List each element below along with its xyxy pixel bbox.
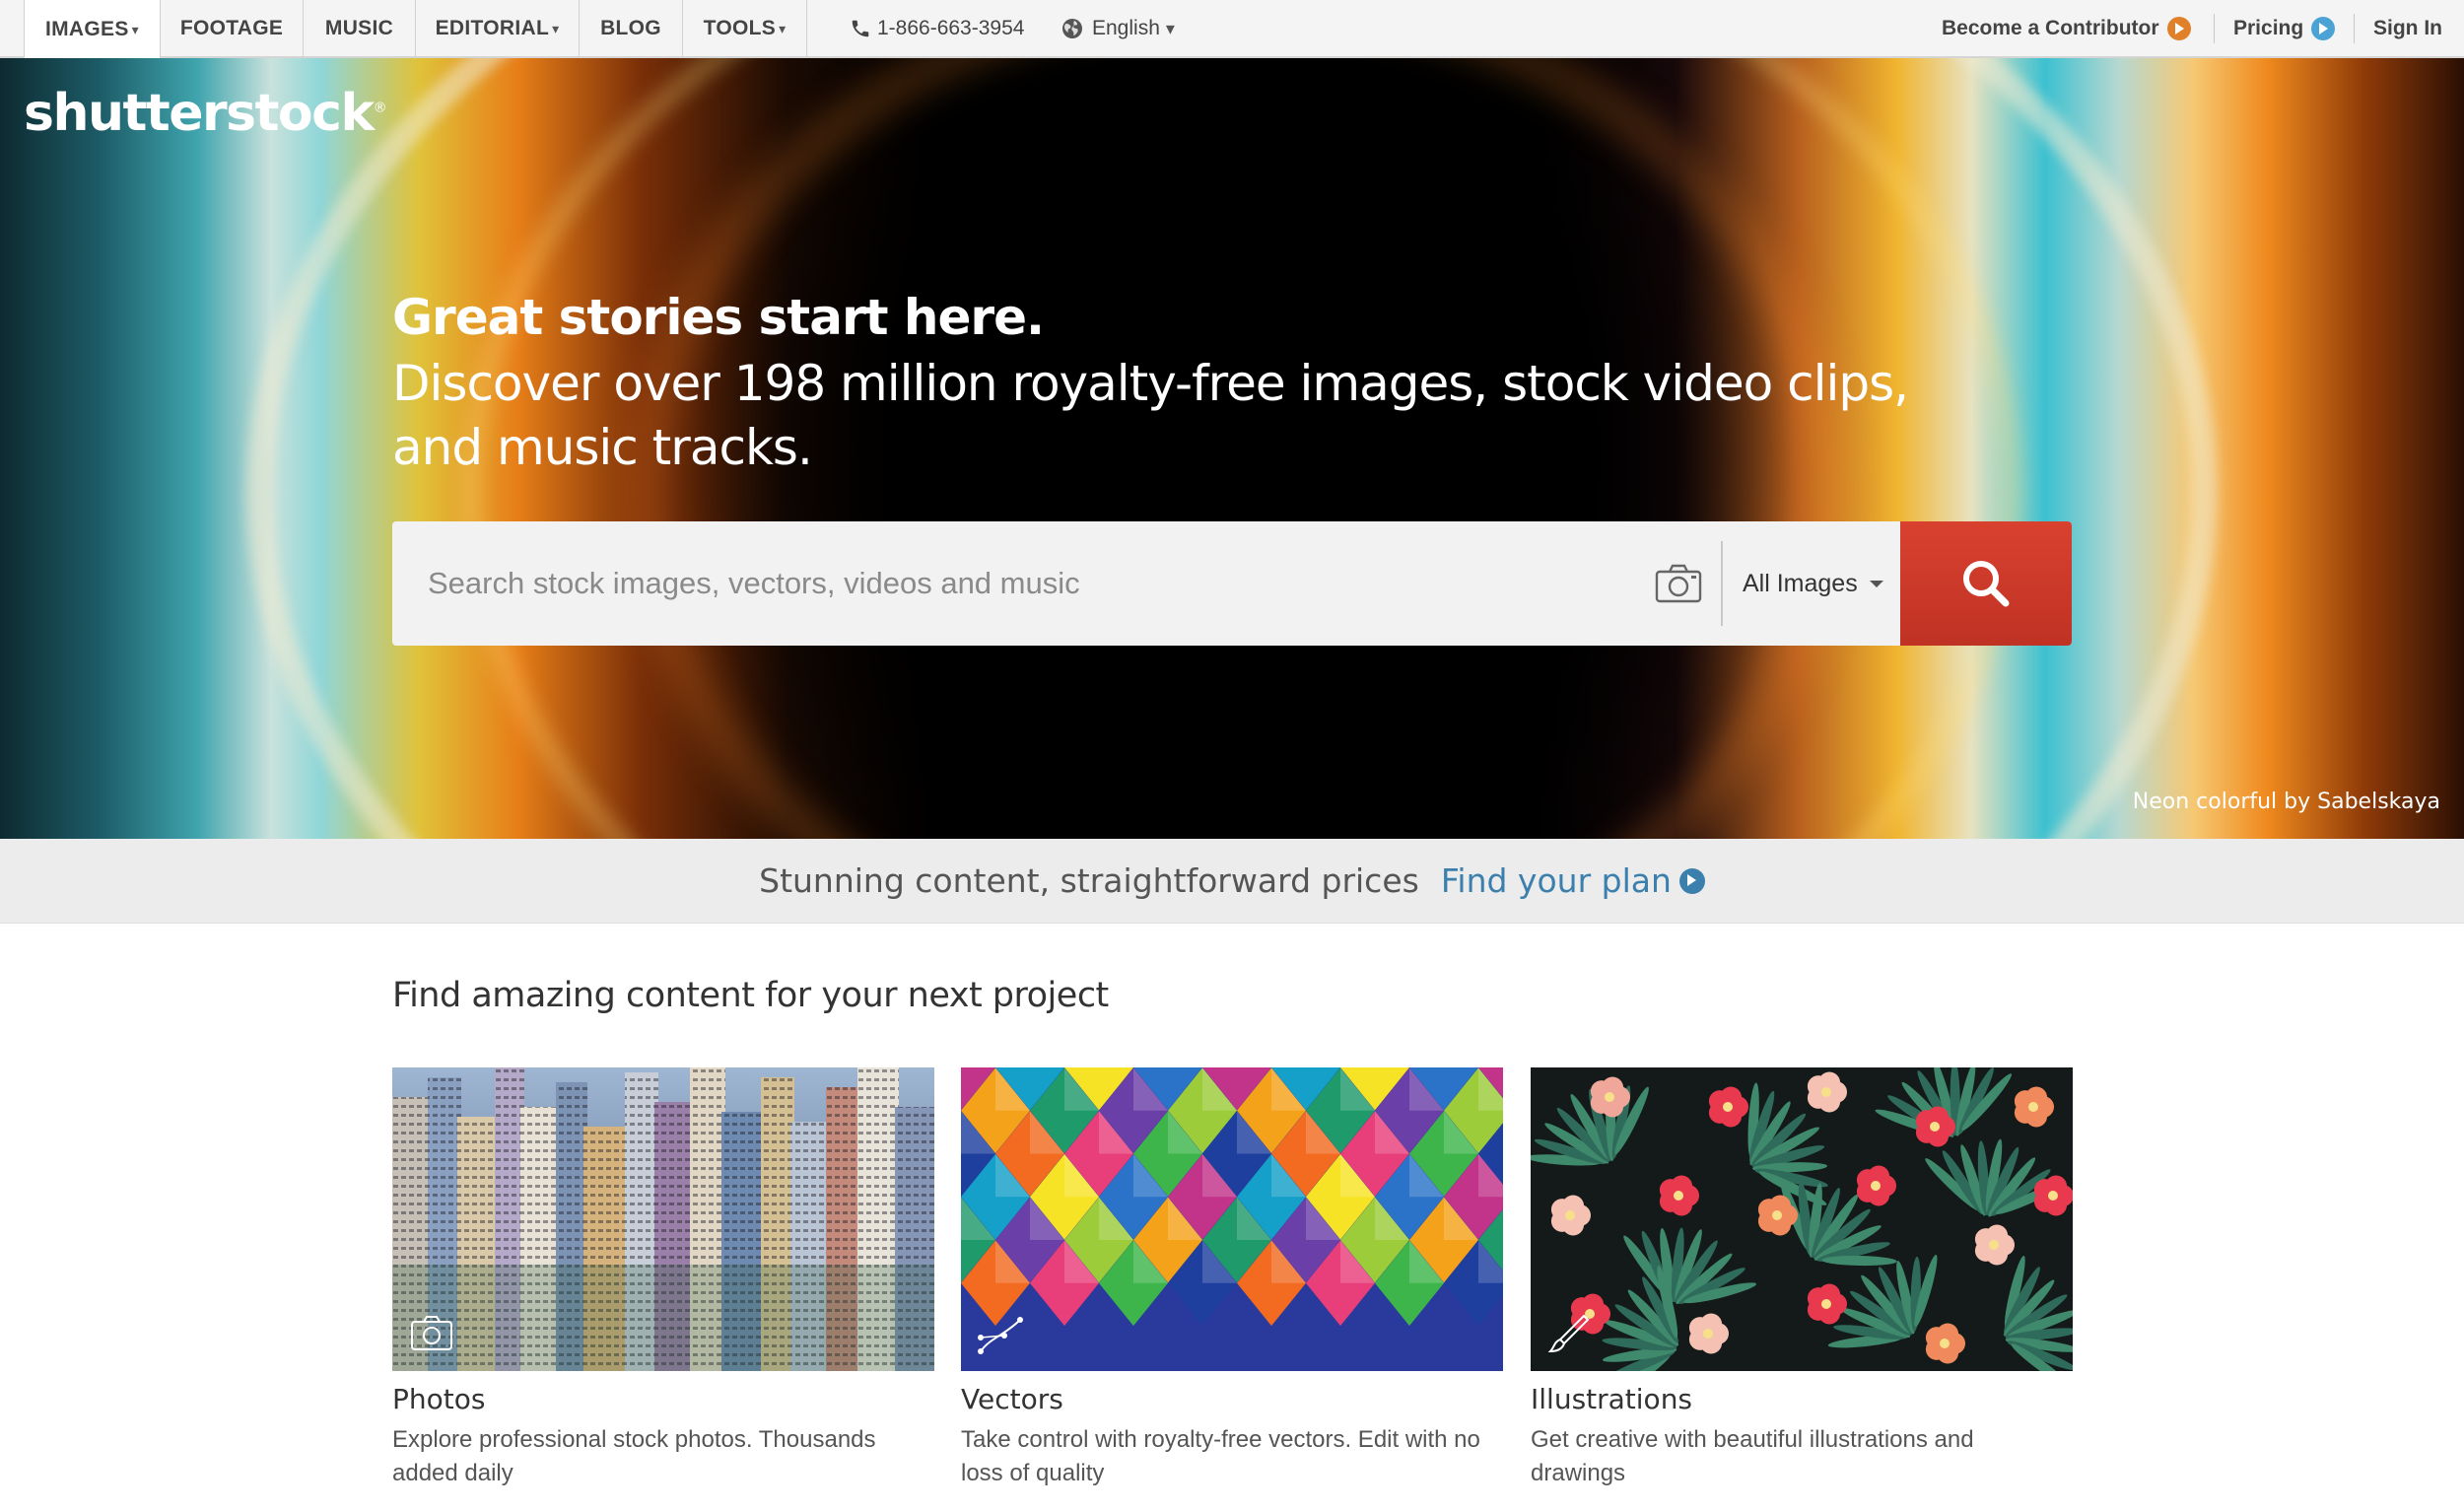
nav-divider	[2354, 14, 2355, 43]
illustrations-card-description: Get creative with beautiful illustration…	[1531, 1426, 1974, 1486]
search-bar: All Images	[392, 521, 2072, 646]
photos-card-description: Explore professional stock photos. Thous…	[392, 1426, 876, 1486]
illustrations-thumbnail[interactable]	[1531, 1067, 2073, 1371]
photos-card[interactable]: Photos Explore professional stock photos…	[392, 1067, 934, 1490]
section-title: Find amazing content for your next proje…	[392, 976, 1109, 1015]
chevron-down-icon: ▾	[131, 21, 139, 37]
nav-divider	[2214, 14, 2215, 43]
vectors-card-title[interactable]: Vectors	[961, 1383, 1503, 1415]
nav-tab-images[interactable]: IMAGES ▾	[24, 0, 161, 59]
city-skyline-image	[392, 1067, 934, 1371]
arrow-right-circle-icon	[1678, 867, 1705, 894]
photos-card-title[interactable]: Photos	[392, 1383, 934, 1415]
chevron-down-icon: ▾	[1165, 18, 1175, 38]
chevron-down-icon: ▾	[779, 20, 787, 36]
nav-tab-editorial-label: EDITORIAL	[435, 17, 550, 39]
pricing-promo-strip: Stunning content, straightforward prices…	[0, 839, 2464, 924]
hero-subheadline: Discover over 198 million royalty-free i…	[392, 355, 1909, 476]
vectors-card[interactable]: Vectors Take control with royalty-free v…	[961, 1067, 1503, 1490]
hero-banner: shutterstock® Great stories start here. …	[0, 58, 2464, 839]
search-input[interactable]	[392, 521, 1634, 646]
sign-in-label: Sign In	[2373, 17, 2442, 39]
vectors-thumbnail[interactable]	[961, 1067, 1503, 1371]
nav-tab-editorial[interactable]: EDITORIAL ▾	[416, 0, 580, 57]
category-dropdown-label: All Images	[1743, 569, 1858, 597]
language-label: English	[1092, 17, 1160, 39]
nav-tab-music[interactable]: MUSIC	[304, 0, 416, 57]
brush-icon	[1547, 1314, 1590, 1353]
shutterstock-logo[interactable]: shutterstock®	[24, 84, 387, 143]
photos-thumbnail[interactable]	[392, 1067, 934, 1371]
chevron-down-icon: ▾	[552, 20, 560, 36]
pricing-label: Pricing	[2233, 17, 2304, 39]
camera-icon[interactable]	[1654, 560, 1703, 607]
pricing-link[interactable]: Pricing	[2233, 0, 2336, 57]
geometric-pattern-image	[961, 1067, 1503, 1327]
nav-tab-tools-label: TOOLS	[703, 17, 777, 39]
arrow-right-circle-icon	[2311, 17, 2336, 40]
illustrations-card[interactable]: Illustrations Get creative with beautifu…	[1531, 1067, 2073, 1490]
find-your-plan-link[interactable]: Find your plan	[1441, 861, 1705, 900]
caret-down-icon	[1869, 580, 1883, 587]
nav-tab-footage-label: FOOTAGE	[179, 17, 284, 39]
logo-registered-mark: ®	[373, 100, 387, 116]
language-selector[interactable]: English ▾	[1061, 0, 1175, 57]
nav-tab-footage[interactable]: FOOTAGE	[161, 0, 304, 57]
become-contributor-link[interactable]: Become a Contributor	[1942, 0, 2191, 57]
become-contributor-label: Become a Contributor	[1942, 17, 2159, 39]
camera-icon	[411, 1316, 452, 1350]
phone-number[interactable]: 1-866-663-3954	[850, 0, 1024, 57]
hero-headline: Great stories start here.	[392, 289, 1045, 346]
search-divider	[1721, 541, 1723, 626]
tropical-flowers-image	[1531, 1067, 2073, 1371]
promo-text: Stunning content, straightforward prices	[759, 861, 1419, 900]
pen-tool-icon	[978, 1317, 1023, 1354]
category-dropdown[interactable]: All Images	[1743, 521, 1883, 646]
nav-tab-music-label: MUSIC	[324, 17, 394, 39]
vectors-card-description: Take control with royalty-free vectors. …	[961, 1426, 1480, 1486]
nav-tab-images-label: IMAGES	[45, 18, 129, 40]
image-credit[interactable]: Neon colorful by Sabelskaya	[2133, 790, 2440, 814]
nav-tab-blog-label: BLOG	[600, 17, 661, 39]
search-button[interactable]	[1900, 521, 2072, 646]
top-nav: IMAGES ▾ FOOTAGE MUSIC EDITORIAL ▾ BLOG TO…	[0, 0, 2464, 59]
logo-text: shutterstock	[24, 84, 375, 143]
globe-icon	[1062, 19, 1082, 38]
search-icon	[1963, 561, 2010, 607]
sign-in-link[interactable]: Sign In	[2373, 0, 2442, 57]
nav-tab-tools[interactable]: TOOLS ▾	[683, 0, 807, 57]
nav-tab-blog[interactable]: BLOG	[580, 0, 683, 57]
illustrations-card-title[interactable]: Illustrations	[1531, 1383, 2073, 1415]
phone-number-text: 1-866-663-3954	[877, 17, 1025, 39]
find-your-plan-label: Find your plan	[1440, 861, 1672, 900]
arrow-right-circle-icon	[2166, 17, 2191, 40]
phone-icon	[852, 20, 869, 37]
